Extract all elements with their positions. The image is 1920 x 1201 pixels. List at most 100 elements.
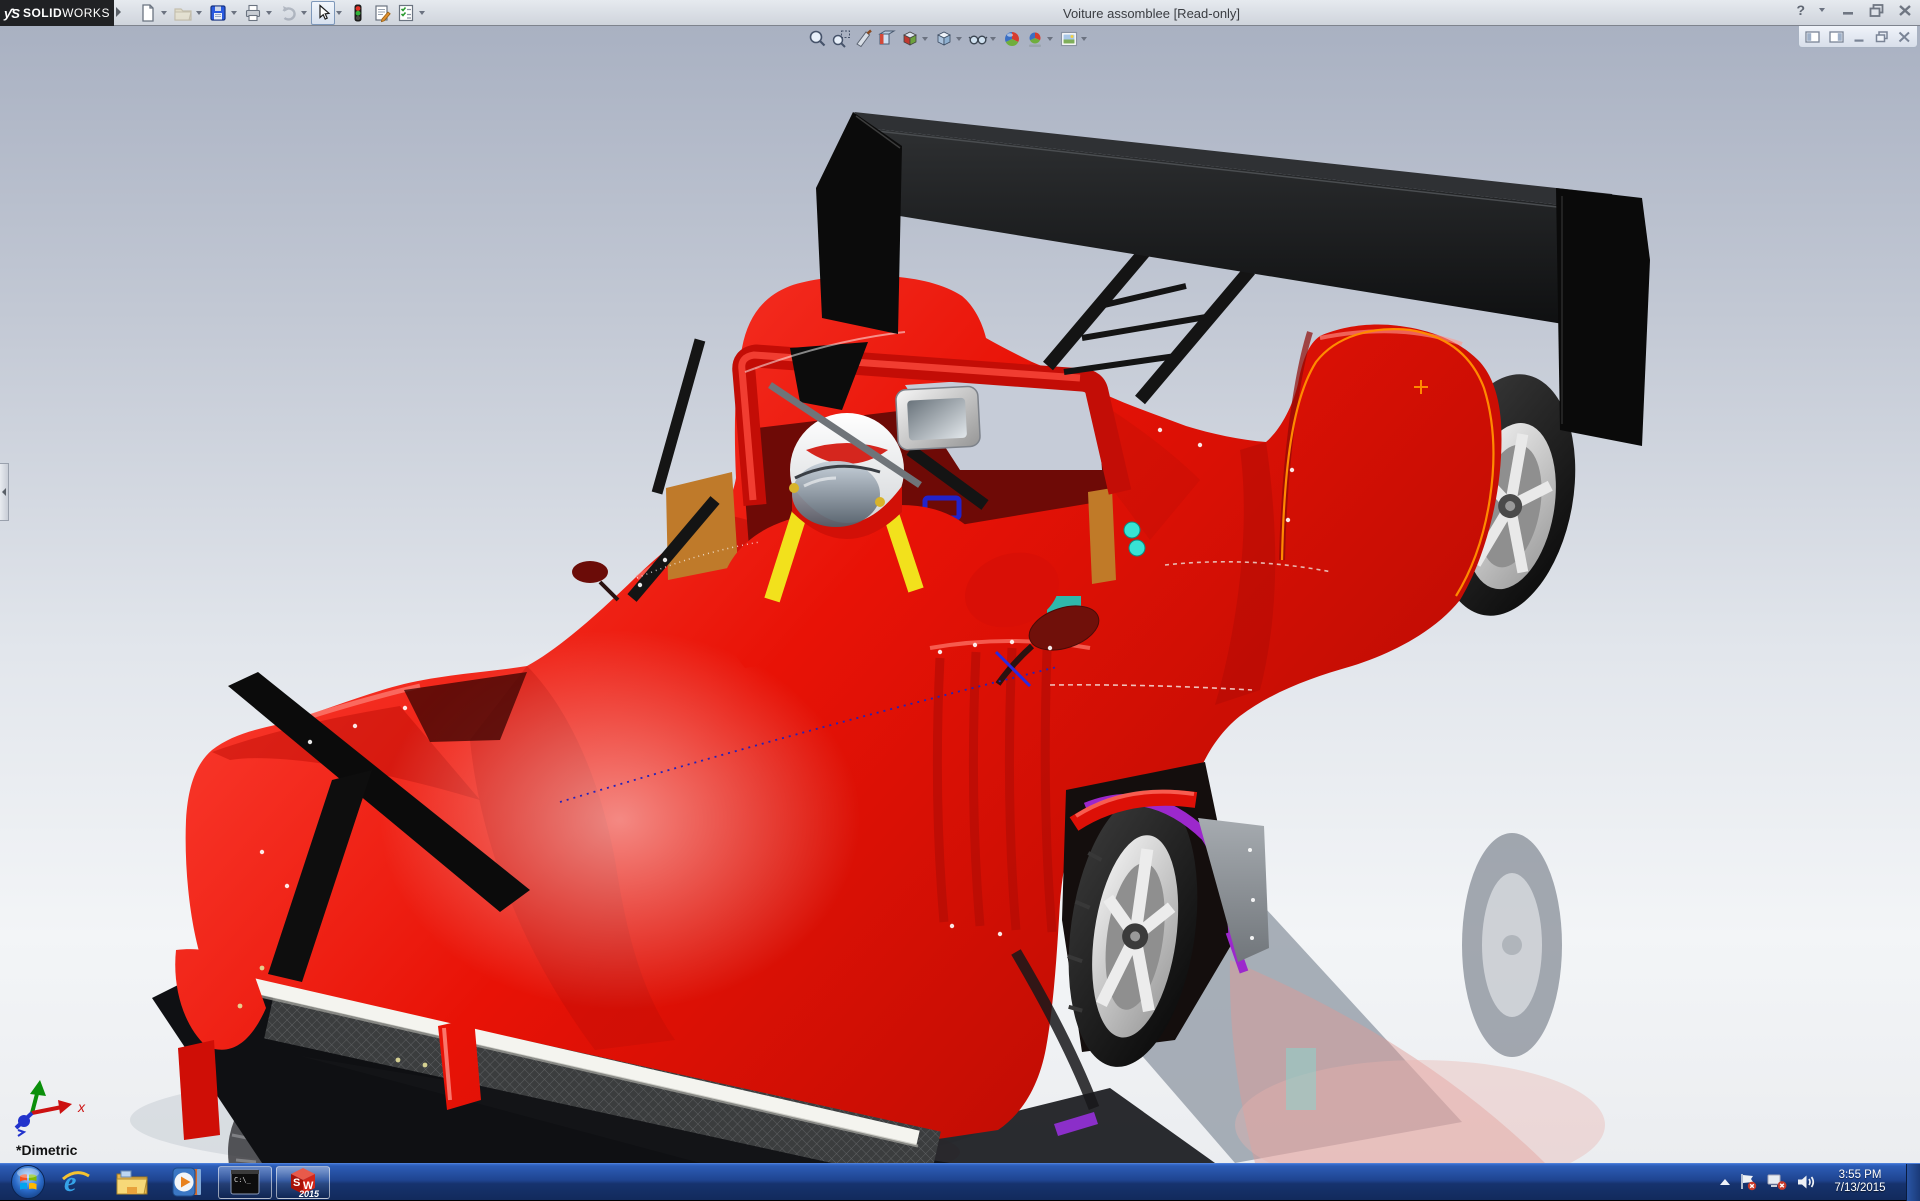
volume-icon[interactable]	[1796, 1173, 1816, 1191]
tray-clock[interactable]: 3:55 PM 7/13/2015	[1824, 1169, 1896, 1195]
show-desktop-button[interactable]	[1906, 1164, 1920, 1201]
section-view-icon	[877, 29, 897, 49]
sw-year: 2015	[298, 1189, 320, 1198]
apply-scene-caret[interactable]	[1047, 37, 1053, 41]
save-floppy-icon	[208, 3, 228, 23]
taskbar-solidworks[interactable]: S W 2015	[276, 1166, 330, 1199]
display-style-icon	[934, 29, 954, 49]
select-tool-button[interactable]	[311, 1, 335, 25]
save-dropdown-caret[interactable]	[231, 11, 237, 15]
new-dropdown-caret[interactable]	[161, 11, 167, 15]
printer-icon	[243, 3, 263, 23]
open-folder-icon	[173, 3, 193, 23]
undo-dropdown-caret[interactable]	[301, 11, 307, 15]
ds-logo-icon: ƴS	[4, 6, 20, 21]
reflected-teal-panel	[1286, 1048, 1316, 1110]
previous-view-button[interactable]	[852, 28, 875, 50]
title-bar: ƴS SOLIDWORKS Voiture assom	[0, 0, 1920, 26]
previous-view-icon	[854, 29, 874, 49]
apply-scene-button[interactable]	[1023, 28, 1046, 50]
brand-text: SOLIDWORKS	[23, 6, 110, 20]
help-icon[interactable]: ?	[1796, 2, 1805, 18]
edit-appearance-button[interactable]	[1000, 28, 1023, 50]
undo-button[interactable]	[276, 1, 300, 25]
help-dropdown-caret[interactable]	[1819, 8, 1825, 12]
taskbar-windows-explorer[interactable]	[104, 1164, 160, 1201]
show-hidden-icons-button[interactable]	[1720, 1179, 1730, 1185]
view-orientation-icon	[900, 29, 920, 49]
close-doc-button[interactable]	[1898, 31, 1911, 43]
restore-button[interactable]	[1869, 4, 1885, 17]
start-button[interactable]	[8, 1164, 48, 1201]
minimize-button[interactable]	[1842, 4, 1856, 16]
network-status-icon[interactable]	[1766, 1173, 1788, 1191]
view-settings-caret[interactable]	[1081, 37, 1087, 41]
action-center-flag-icon[interactable]	[1738, 1173, 1758, 1191]
orange-panel-right	[1088, 488, 1116, 584]
tray-time: 3:55 PM	[1824, 1169, 1896, 1182]
select-cursor-icon	[313, 3, 333, 23]
sw-letter-s: S	[293, 1177, 300, 1189]
minimize-doc-button[interactable]	[1853, 31, 1866, 43]
taskbar-media-player[interactable]	[160, 1164, 216, 1201]
tray-date: 7/13/2015	[1824, 1182, 1896, 1195]
cmd-prompt-text: C:\_	[234, 1176, 252, 1184]
rearview-mirror[interactable]	[895, 386, 980, 450]
rebuild-stoplight-icon	[348, 3, 368, 23]
show-display-pane-button[interactable]	[1829, 31, 1844, 43]
save-button[interactable]	[206, 1, 230, 25]
menu-expand-arrow-icon[interactable]	[116, 7, 121, 17]
print-button[interactable]	[241, 1, 265, 25]
triad-x-label: x	[77, 1099, 86, 1115]
show-feature-pane-button[interactable]	[1805, 31, 1820, 43]
3d-viewport[interactable]: x	[0, 26, 1920, 1163]
window-controls: ?	[1796, 2, 1912, 18]
file-properties-button[interactable]	[370, 1, 394, 25]
options-checklist-icon	[396, 3, 416, 23]
taskbar: e C:\_ S W	[0, 1163, 1920, 1200]
new-document-button[interactable]	[136, 1, 160, 25]
taskbar-command-prompt[interactable]: C:\_	[218, 1166, 272, 1199]
print-dropdown-caret[interactable]	[266, 11, 272, 15]
hide-show-items-button[interactable]	[966, 28, 989, 50]
apply-scene-icon	[1025, 29, 1045, 49]
zoom-to-fit-button[interactable]	[806, 28, 829, 50]
select-dropdown-caret[interactable]	[336, 11, 342, 15]
view-orientation-label: *Dimetric	[16, 1142, 77, 1158]
wing-endplate-right	[1556, 188, 1650, 446]
view-settings-button[interactable]	[1057, 28, 1080, 50]
view-orientation-caret[interactable]	[922, 37, 928, 41]
zoom-to-area-button[interactable]	[829, 28, 852, 50]
orange-panel-left	[666, 472, 738, 580]
heads-up-view-toolbar	[806, 28, 1091, 50]
open-dropdown-caret[interactable]	[196, 11, 202, 15]
windows-start-icon	[9, 1163, 47, 1201]
display-style-caret[interactable]	[956, 37, 962, 41]
media-player-icon	[171, 1166, 205, 1198]
view-settings-icon	[1059, 29, 1079, 49]
taskbar-internet-explorer[interactable]: e	[48, 1164, 104, 1201]
zoom-to-area-icon	[831, 29, 851, 49]
solidworks-2015-icon: S W 2015	[285, 1166, 321, 1198]
view-orientation-button[interactable]	[898, 28, 921, 50]
collapse-arrow-icon	[2, 488, 6, 496]
folder-icon	[115, 1167, 149, 1197]
restore-doc-button[interactable]	[1875, 31, 1889, 43]
feature-pane-collapse-tab[interactable]	[0, 463, 9, 521]
display-style-button[interactable]	[932, 28, 955, 50]
options-dropdown-caret[interactable]	[419, 11, 425, 15]
undo-arrow-icon	[278, 3, 298, 23]
window-title: Voiture assomblee [Read-only]	[1063, 6, 1240, 21]
options-button[interactable]	[394, 1, 418, 25]
close-button[interactable]	[1898, 4, 1912, 17]
graphics-area[interactable]: x	[0, 26, 1920, 1163]
rebuild-button[interactable]	[346, 1, 370, 25]
open-document-button[interactable]	[171, 1, 195, 25]
new-document-icon	[138, 3, 158, 23]
document-window-controls	[1798, 26, 1918, 48]
section-view-button[interactable]	[875, 28, 898, 50]
system-tray: 3:55 PM 7/13/2015	[1720, 1164, 1920, 1201]
edit-appearance-icon	[1002, 29, 1022, 49]
hide-show-items-caret[interactable]	[990, 37, 996, 41]
solidworks-logo: ƴS SOLIDWORKS	[0, 0, 114, 26]
